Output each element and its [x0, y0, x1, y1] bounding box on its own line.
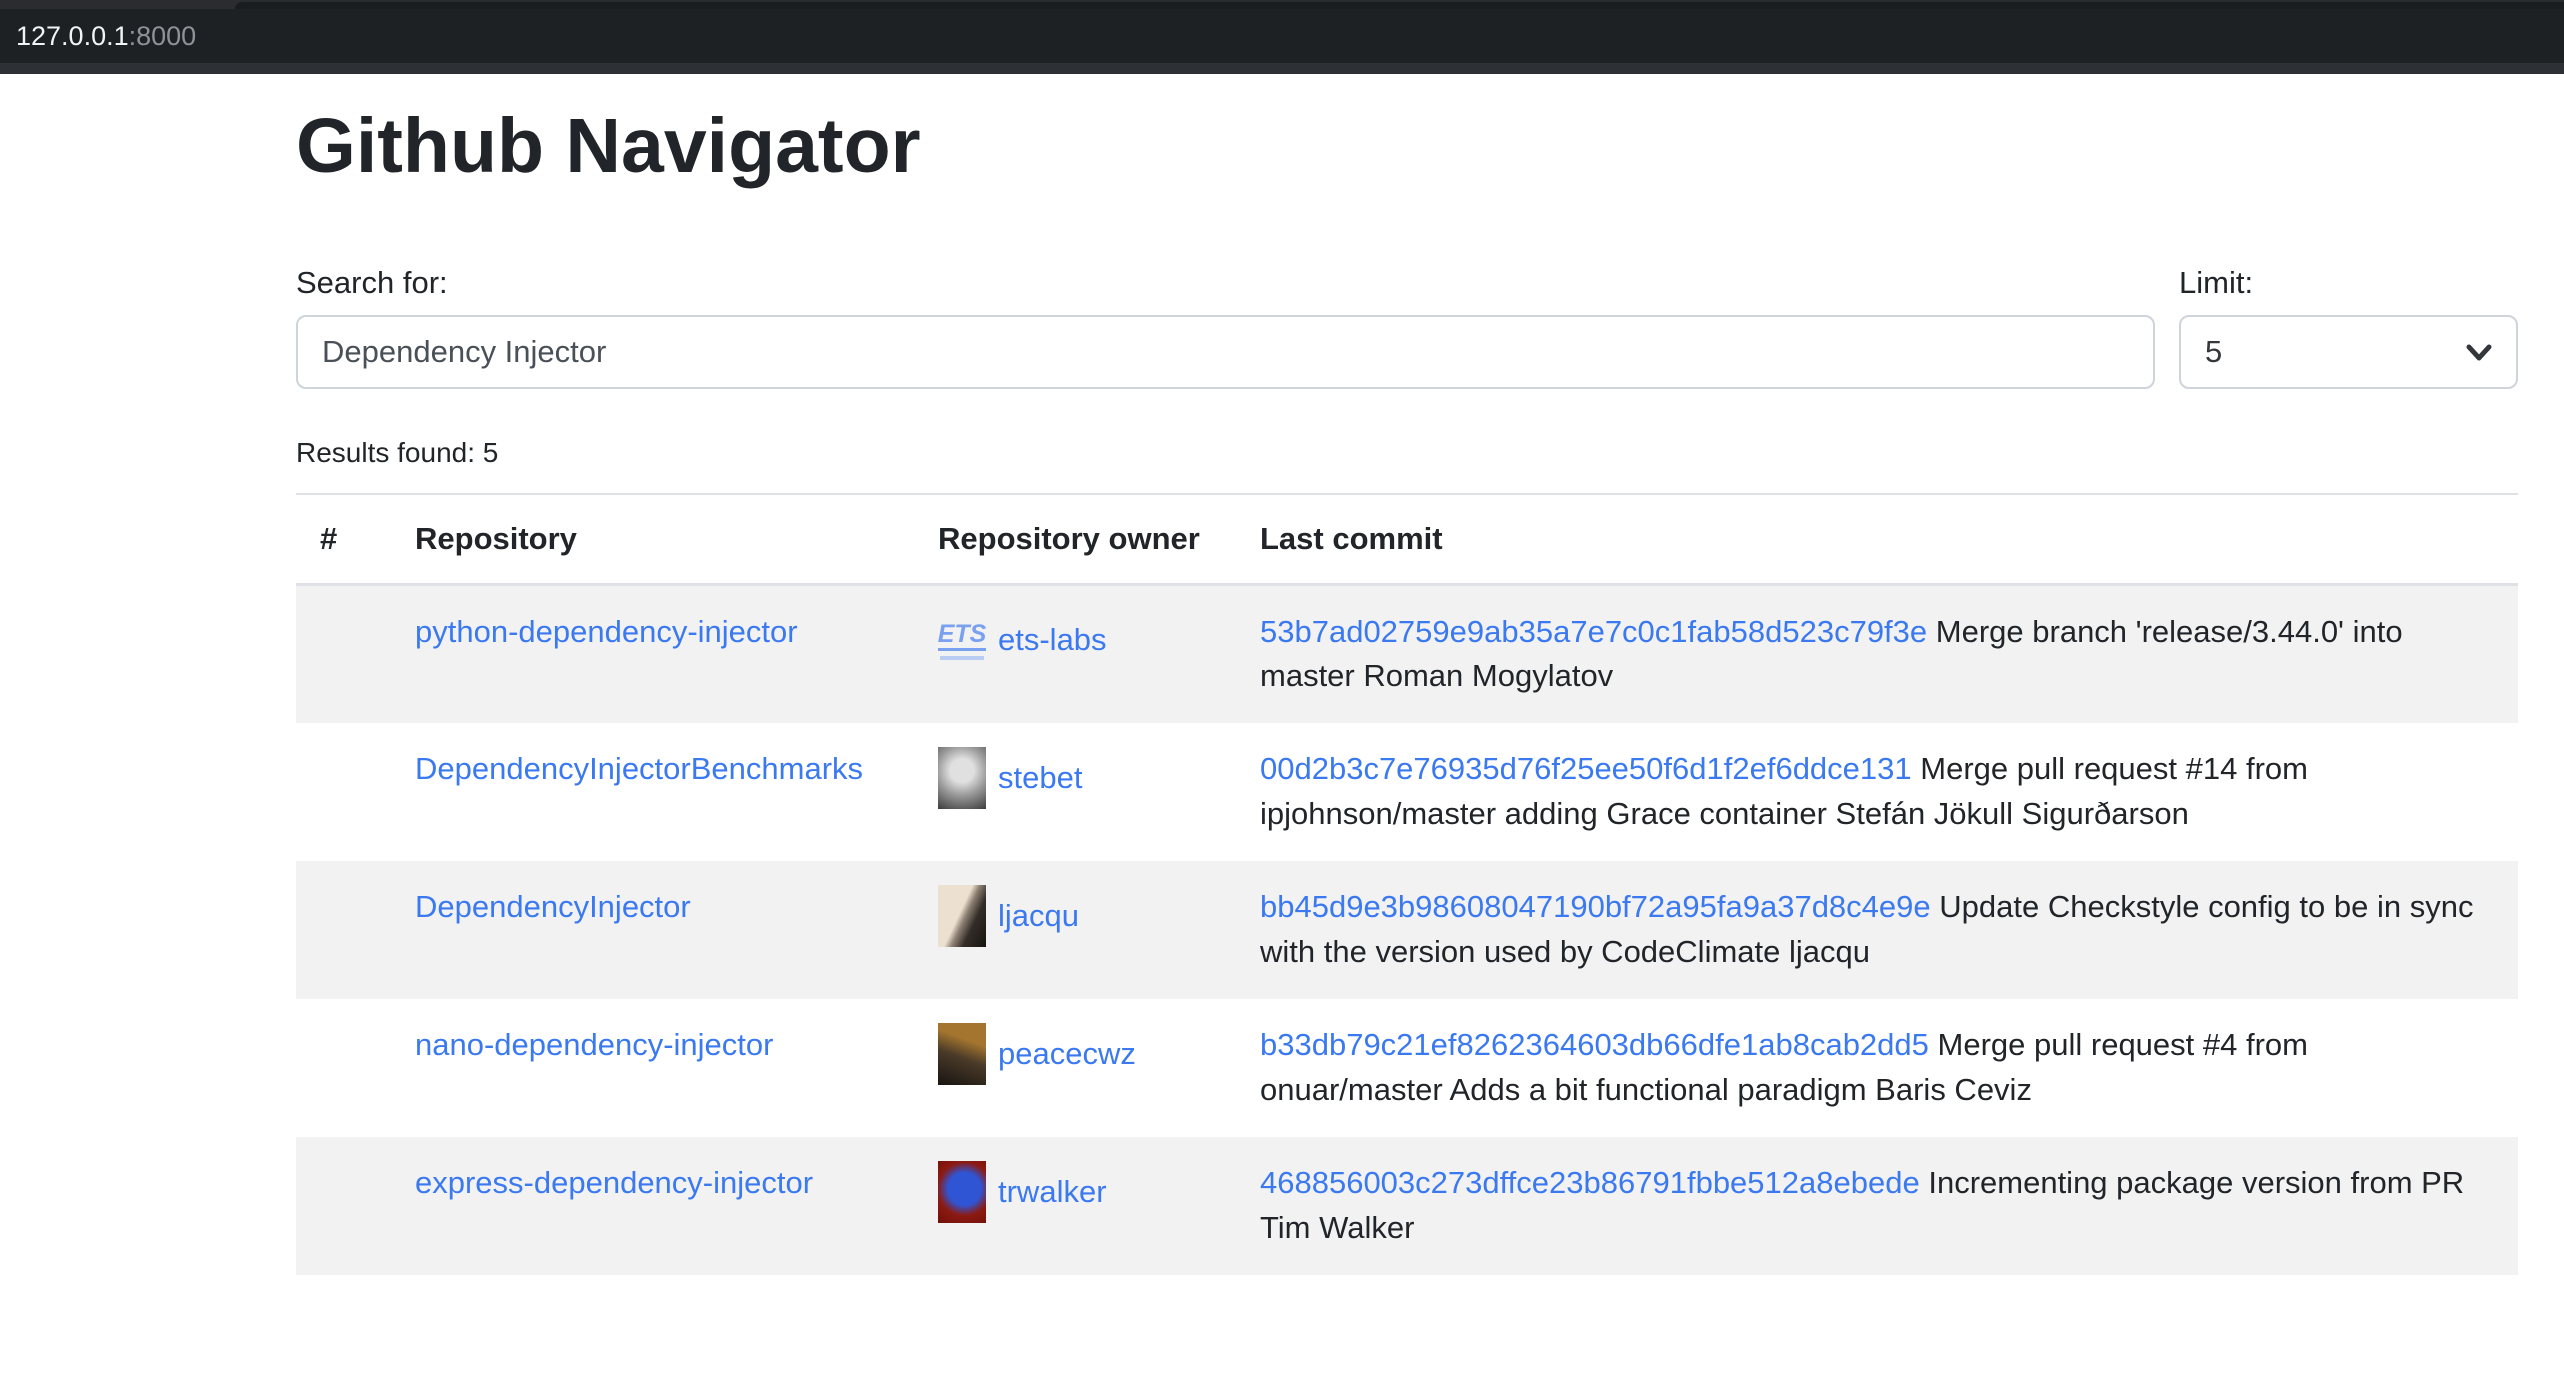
results-table: # Repository Repository owner Last commi… — [296, 493, 2518, 1275]
search-form: Search for: Limit: — [296, 265, 2518, 389]
search-label: Search for: — [296, 265, 2155, 301]
browser-tab-strip — [0, 0, 2564, 9]
table-row: express-dependency-injector trwalker 46885… — [296, 1137, 2518, 1275]
row-number — [296, 1137, 391, 1275]
table-row: python-dependency-injector ETS ets-labs 53b… — [296, 584, 2518, 723]
commit-hash-link[interactable]: bb45d9e3b98608047190bf72a95fa9a37d8c4e9e — [1260, 889, 1931, 924]
table-row: DependencyInjector ljacqu bb45d9e3b9860804… — [296, 861, 2518, 999]
limit-label: Limit: — [2179, 265, 2518, 301]
header-owner: Repository owner — [914, 494, 1236, 585]
results-summary: Results found: 5 — [296, 437, 2518, 469]
owner-avatar — [938, 747, 986, 809]
row-number — [296, 999, 391, 1137]
commit-hash-link[interactable]: 00d2b3c7e76935d76f25ee50f6d1f2ef6ddce131 — [1260, 751, 1912, 786]
owner-link[interactable]: peacecwz — [998, 1032, 1136, 1077]
owner-link[interactable]: stebet — [998, 756, 1082, 801]
owner-link[interactable]: ljacqu — [998, 894, 1079, 939]
header-commit: Last commit — [1236, 494, 2518, 585]
repository-link[interactable]: nano-dependency-injector — [415, 1027, 773, 1062]
commit-hash-link[interactable]: b33db79c21ef8262364603db66dfe1ab8cab2dd5 — [1260, 1027, 1929, 1062]
address-bar[interactable]: 127.0.0.1:8000 — [0, 9, 2564, 63]
table-row: DependencyInjectorBenchmarks stebet 00d2b3… — [296, 723, 2518, 861]
table-row: nano-dependency-injector peacecwz b33db79c… — [296, 999, 2518, 1137]
row-number — [296, 861, 391, 999]
row-number — [296, 584, 391, 723]
url-host: 127.0.0.1 — [16, 21, 129, 52]
avatar-logo-text: ETS — [938, 621, 987, 650]
owner-avatar — [938, 885, 986, 947]
header-repo: Repository — [391, 494, 914, 585]
owner-avatar — [938, 1161, 986, 1223]
table-header-row: # Repository Repository owner Last commi… — [296, 494, 2518, 585]
commit-hash-link[interactable]: 468856003c273dffce23b86791fbbe512a8ebede — [1260, 1165, 1920, 1200]
owner-avatar — [938, 1023, 986, 1085]
search-input[interactable] — [296, 315, 2155, 389]
browser-toolbar-edge — [0, 63, 2564, 74]
row-number — [296, 723, 391, 861]
limit-select[interactable] — [2179, 315, 2518, 389]
owner-link[interactable]: ets-labs — [998, 618, 1107, 663]
repository-link[interactable]: DependencyInjectorBenchmarks — [415, 751, 863, 786]
url-port: :8000 — [129, 21, 197, 52]
page-content: Github Navigator Search for: Limit: Resu… — [296, 102, 2518, 1275]
repository-link[interactable]: python-dependency-injector — [415, 614, 798, 649]
avatar-logo-subtext — [940, 656, 984, 660]
owner-avatar: ETS — [938, 610, 986, 672]
browser-tab[interactable] — [235, 2, 2564, 9]
commit-hash-link[interactable]: 53b7ad02759e9ab35a7e7c0c1fab58d523c79f3e — [1260, 614, 1927, 649]
page-title: Github Navigator — [296, 102, 2518, 191]
owner-link[interactable]: trwalker — [998, 1170, 1107, 1215]
repository-link[interactable]: DependencyInjector — [415, 889, 691, 924]
repository-link[interactable]: express-dependency-injector — [415, 1165, 813, 1200]
header-num: # — [296, 494, 391, 585]
